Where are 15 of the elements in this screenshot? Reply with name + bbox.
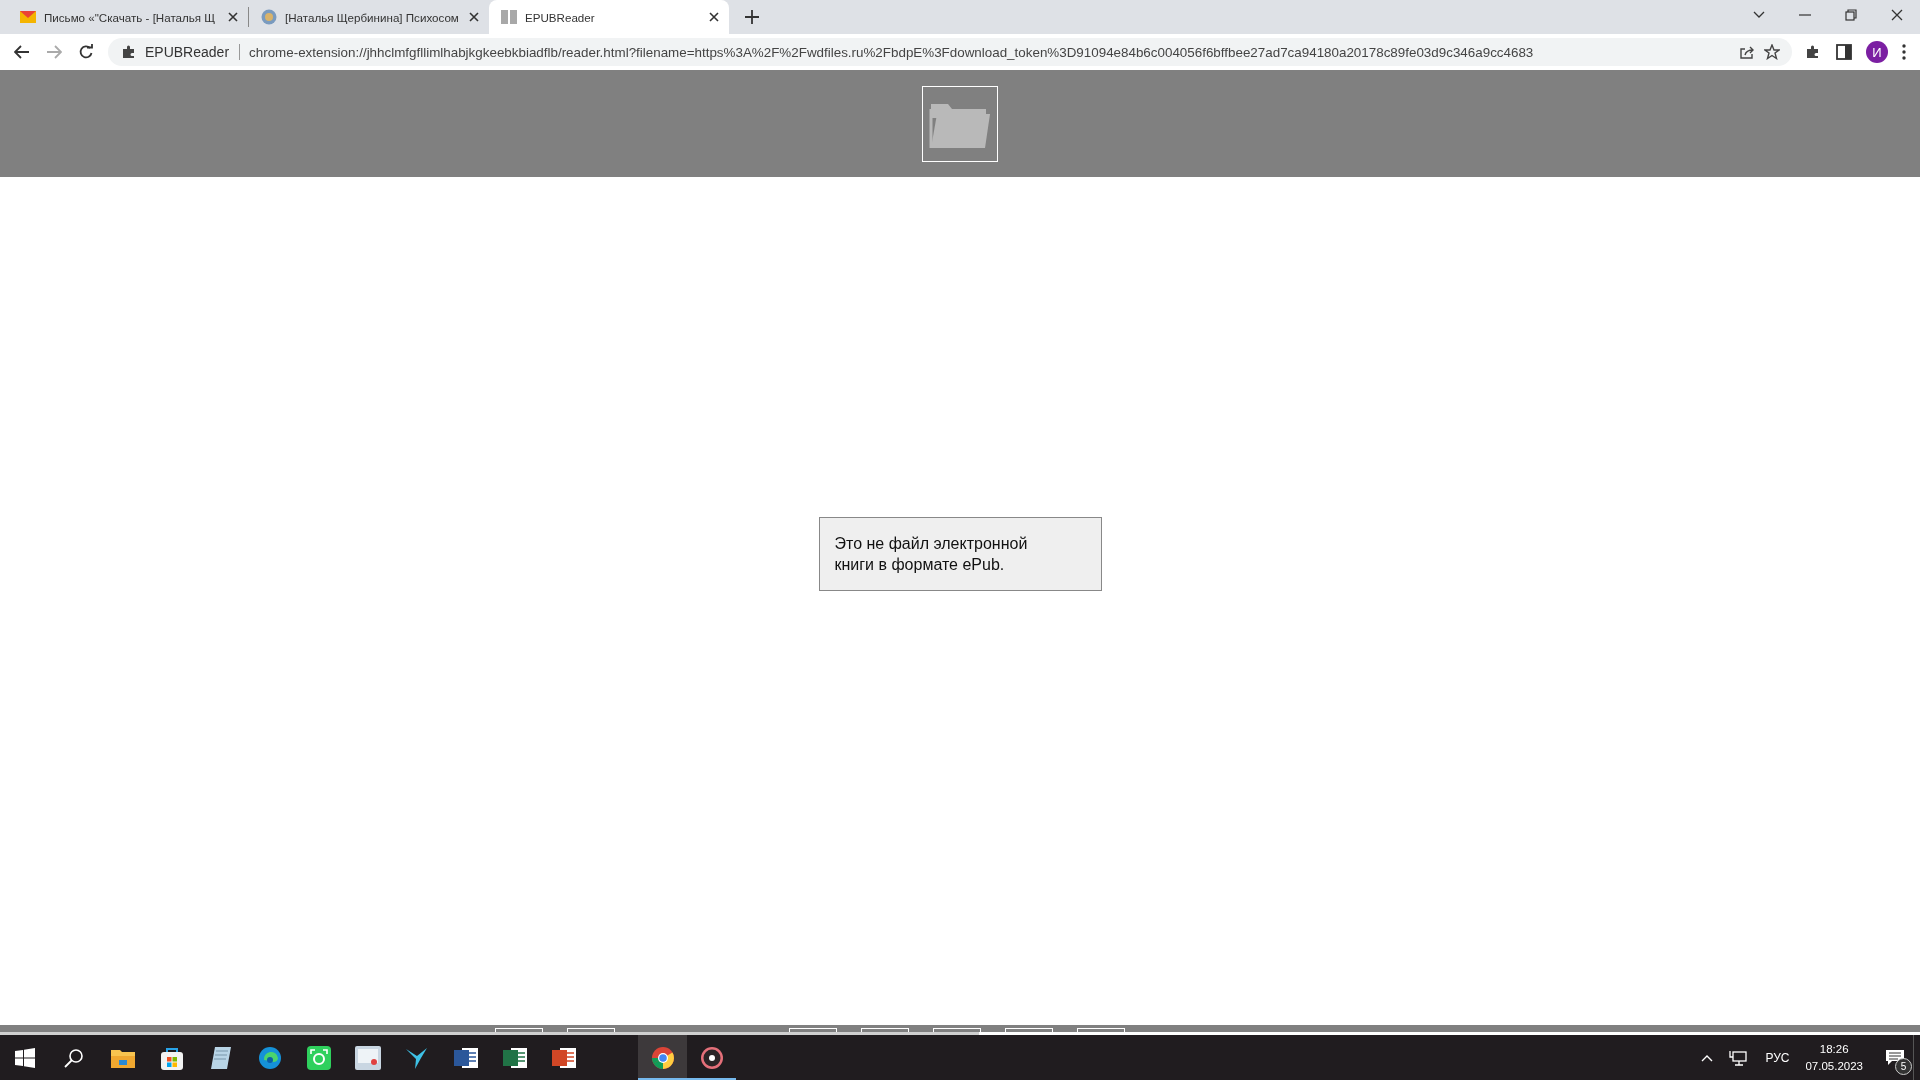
profile-avatar[interactable]: И (1866, 41, 1888, 63)
site-label: EPUBReader (145, 44, 241, 60)
clock-time[interactable]: 18:26 (1819, 1043, 1849, 1055)
notification-count-badge: 5 (1895, 1058, 1912, 1075)
tab-title: [Наталья Щербинина] Психосом (285, 10, 460, 24)
url-text: chrome-extension://jhhclmfgfllimlhabjkgkeebkbiadflb/reader.html?filename=https%3A%2F%2Fwdfiles.ru%2FbdpE%3Fdownload_token%3D91094e84b6c004056f6bffbee27ad7ca94180a20178c89fe03d9c346a9cc4683 (249, 44, 1535, 60)
browser-tab[interactable]: [Наталья Щербинина] Психосом (249, 0, 489, 34)
error-message: Это не файл электронной книги в формате ePub. (818, 516, 1102, 591)
tab-title: EPUBReader (525, 10, 596, 24)
tab-title: Письмо «"Скачать - [Наталья Щ (44, 10, 217, 24)
browser-tab[interactable]: EPUBReader (489, 0, 729, 34)
address-field[interactable]: EPUBReader chrome-extension://jhhclmfgfllimlhabjkgkeebkbiadflb/reader.html?filename=https%3A%2F%2Fwdfiles.ru%2FbdpE%3Fdownload_token%3D91094e84b6c004056f6bffbee27ad7ca94180a20178c89fe03d9c346a9cc4683 (108, 38, 1792, 66)
clock-date[interactable]: 07.05.2023 (1805, 1060, 1863, 1072)
browser-tab[interactable]: Письмо «"Скачать - [Наталья Щ (8, 0, 248, 34)
language-indicator[interactable]: РУС (1765, 1050, 1790, 1065)
